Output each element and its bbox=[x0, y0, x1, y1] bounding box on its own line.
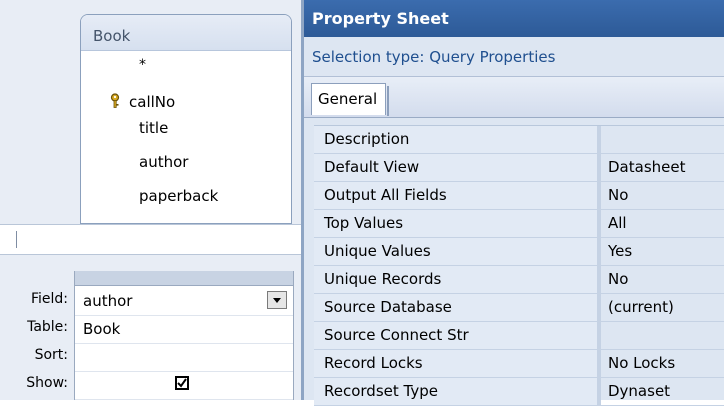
property-sheet-title: Property Sheet bbox=[304, 0, 724, 37]
property-value[interactable]: Yes bbox=[608, 238, 632, 260]
property-name: Top Values bbox=[314, 210, 601, 237]
show-cell[interactable] bbox=[75, 372, 293, 400]
field-item-label: author bbox=[139, 153, 189, 171]
row-label-sort: Sort: bbox=[34, 347, 68, 363]
checkmark-icon bbox=[177, 378, 187, 388]
property-row[interactable]: Default View Datasheet bbox=[314, 154, 724, 182]
row-label-table: Table: bbox=[27, 319, 68, 335]
sort-cell[interactable] bbox=[75, 344, 293, 372]
property-row[interactable]: Record Locks No Locks bbox=[314, 350, 724, 378]
key-icon bbox=[109, 93, 123, 109]
property-name: Unique Records bbox=[314, 266, 601, 293]
property-name: Unique Values bbox=[314, 238, 601, 265]
splitter-handle[interactable] bbox=[12, 231, 17, 248]
property-value[interactable]: No bbox=[608, 182, 628, 204]
table-title[interactable]: Book bbox=[81, 15, 291, 51]
property-name: Output All Fields bbox=[314, 182, 601, 209]
show-checkbox[interactable] bbox=[175, 376, 189, 390]
property-name: Record Locks bbox=[314, 350, 601, 377]
field-item-label: callNo bbox=[129, 93, 176, 111]
row-label-field: Field: bbox=[30, 291, 68, 307]
property-name: Source Connect Str bbox=[314, 322, 601, 349]
property-row[interactable]: Unique Values Yes bbox=[314, 238, 724, 266]
property-name: Source Database bbox=[314, 294, 601, 321]
selection-type-label: Selection type: bbox=[312, 48, 425, 66]
field-cell-value: author bbox=[83, 292, 133, 310]
table-cell[interactable]: Book bbox=[75, 316, 293, 344]
property-row[interactable]: Unique Records No bbox=[314, 266, 724, 294]
column-selector[interactable] bbox=[75, 271, 293, 286]
property-value[interactable]: All bbox=[608, 210, 627, 232]
property-row[interactable]: Source Database (current) bbox=[314, 294, 724, 322]
field-dropdown-button[interactable] bbox=[267, 291, 287, 309]
property-row[interactable]: Recordset Type Dynaset bbox=[314, 378, 724, 406]
property-value[interactable]: No Locks bbox=[608, 350, 675, 372]
table-cell-value: Book bbox=[83, 320, 121, 338]
property-row[interactable]: Source Connect Str bbox=[314, 322, 724, 350]
selection-type-value: Query Properties bbox=[429, 48, 556, 66]
property-name: Description bbox=[314, 126, 601, 153]
property-row[interactable]: Top Values All bbox=[314, 210, 724, 238]
property-tabs: General bbox=[304, 76, 724, 118]
tab-general[interactable]: General bbox=[311, 83, 390, 116]
property-sheet: Property Sheet Selection type: Query Pro… bbox=[301, 0, 724, 406]
field-cell[interactable]: author bbox=[75, 288, 293, 316]
query-design-upper-pane: Book * callNo title author paperback bbox=[0, 0, 301, 224]
property-row[interactable]: Output All Fields No bbox=[314, 182, 724, 210]
selection-type: Selection type: Query Properties bbox=[304, 44, 724, 72]
pane-splitter[interactable] bbox=[0, 224, 301, 255]
property-value[interactable]: Dynaset bbox=[608, 378, 670, 400]
property-value[interactable]: Datasheet bbox=[608, 154, 685, 176]
row-label-show: Show: bbox=[26, 375, 68, 391]
property-name: Default View bbox=[314, 154, 601, 181]
property-value[interactable]: No bbox=[608, 266, 628, 288]
query-design-grid-pane: Field: Table: Sort: Show: author Book bbox=[0, 255, 301, 400]
book-table-box[interactable]: Book * callNo title author paperback bbox=[80, 14, 292, 224]
field-item-label: title bbox=[139, 119, 169, 137]
property-grid: Description Default View Datasheet Outpu… bbox=[314, 125, 724, 406]
property-name: Recordset Type bbox=[314, 378, 601, 405]
property-row[interactable]: Description bbox=[314, 126, 724, 154]
field-item-label: paperback bbox=[139, 187, 219, 205]
property-value[interactable]: (current) bbox=[608, 294, 674, 316]
grid-column: author Book bbox=[74, 271, 294, 400]
field-item-label: * bbox=[139, 57, 146, 73]
